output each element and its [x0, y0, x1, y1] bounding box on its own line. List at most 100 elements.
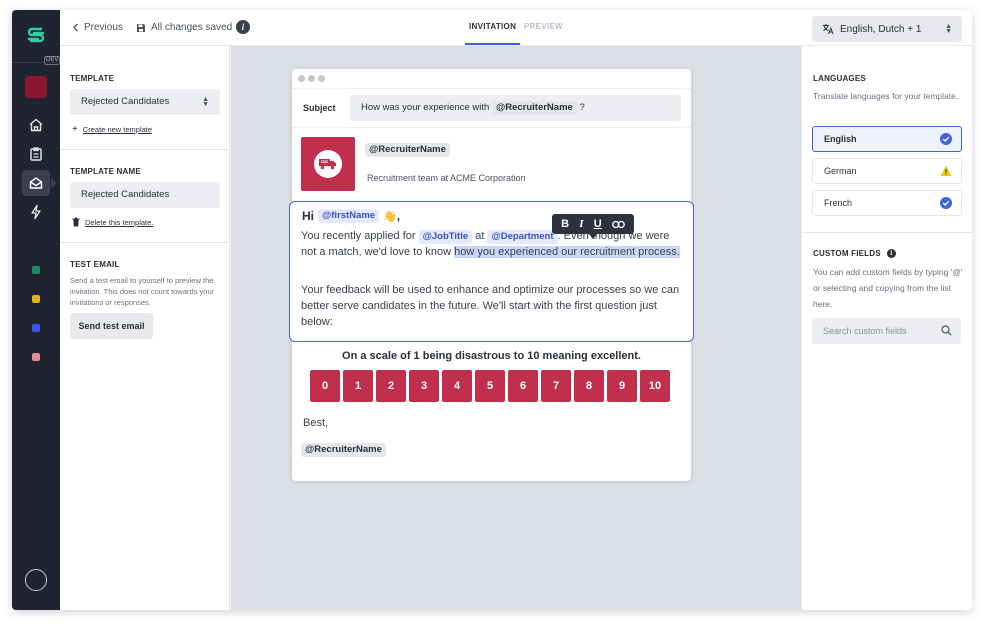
italic-button[interactable]: I	[579, 218, 583, 230]
rating-option[interactable]: 0	[310, 370, 340, 402]
languages-title: LANGUAGES	[813, 74, 866, 83]
workspace-dot-yellow[interactable]	[32, 295, 40, 303]
rating-option[interactable]: 6	[508, 370, 538, 402]
language-option-german[interactable]: German	[812, 158, 962, 184]
merge-tag: @RecruiterName	[301, 443, 386, 457]
language-option-english[interactable]: English	[812, 126, 962, 152]
language-label: German	[824, 166, 857, 176]
tab-preview[interactable]: PREVIEW	[524, 22, 563, 31]
template-name-value: Rejected Candidates	[81, 189, 170, 200]
rating-option[interactable]: 10	[640, 370, 670, 402]
info-icon[interactable]: i	[236, 20, 250, 34]
email-canvas: Subject How was your experience with @Re…	[231, 46, 801, 610]
signature: @RecruiterName	[301, 443, 386, 457]
body-text: at	[475, 230, 485, 242]
nav-home[interactable]	[22, 112, 50, 138]
window-dot	[298, 75, 305, 82]
languages-panel: LANGUAGES Translate languages for your t…	[801, 46, 972, 610]
underline-button[interactable]: U	[594, 218, 602, 230]
truck-icon	[314, 150, 342, 178]
language-option-french[interactable]: French	[812, 190, 962, 216]
create-template-link[interactable]: + Create new template	[72, 124, 152, 135]
rating-option[interactable]: 4	[442, 370, 472, 402]
selected-text: how you experienced our recruitment proc…	[454, 246, 680, 258]
inbox-icon	[29, 177, 43, 189]
company-logo[interactable]	[301, 137, 355, 191]
greeting-comma: ,	[396, 209, 401, 223]
user-avatar[interactable]	[25, 569, 47, 591]
window-dot	[318, 75, 325, 82]
home-icon	[29, 118, 43, 132]
left-rail: DEV	[12, 10, 61, 610]
bold-button[interactable]: B	[561, 218, 569, 230]
languages-description: Translate languages for your template.	[813, 91, 959, 101]
app-window: DEV Previous All changes saved i INVITAT…	[12, 10, 972, 610]
custom-fields-title-text: CUSTOM FIELDS	[813, 249, 881, 258]
warning-icon	[940, 165, 952, 176]
template-settings-panel: TEMPLATE Rejected Candidates ▲ ▼ + Create…	[60, 46, 230, 610]
wave-emoji: 👋	[383, 210, 397, 223]
template-select[interactable]: Rejected Candidates ▲ ▼	[70, 89, 220, 115]
rating-option[interactable]: 9	[607, 370, 637, 402]
workspace-dot-pink[interactable]	[32, 353, 40, 361]
send-test-email-button[interactable]: Send test email	[70, 313, 153, 339]
format-toolbar: B I U	[552, 214, 634, 239]
subject-input[interactable]: How was your experience with @RecruiterN…	[350, 95, 681, 121]
rating-option[interactable]: 3	[409, 370, 439, 402]
sort-caret-icon: ▲ ▼	[202, 96, 209, 108]
closing-text: Best,	[303, 417, 329, 429]
rating-scale: 0 1 2 3 4 5 6 7 8 9 10	[310, 370, 670, 402]
info-icon[interactable]: i	[886, 249, 896, 258]
rating-option[interactable]: 7	[541, 370, 571, 402]
body-text: You recently applied for	[301, 230, 416, 242]
subject-row: Subject How was your experience with @Re…	[292, 89, 691, 128]
previous-button[interactable]: Previous	[72, 22, 123, 33]
rating-option[interactable]: 8	[574, 370, 604, 402]
subject-suffix: ?	[579, 102, 585, 113]
nav-automations[interactable]	[22, 199, 50, 225]
search-placeholder: Search custom fields	[823, 326, 907, 336]
check-circle-icon	[940, 197, 952, 209]
floppy-disk-icon	[137, 23, 145, 32]
nav-surveys[interactable]	[22, 141, 50, 167]
rating-option[interactable]: 1	[343, 370, 373, 402]
nav-invitations[interactable]	[22, 170, 57, 196]
clipboard-icon	[30, 147, 42, 161]
tab-invitation[interactable]: INVITATION	[464, 22, 521, 45]
sender-subtitle: Recruitment team at ACME Corporation	[367, 173, 526, 183]
language-label: English	[824, 134, 857, 144]
language-selector[interactable]: English, Dutch + 1 ▲ ▼	[812, 16, 962, 42]
window-chrome	[292, 69, 691, 89]
divider	[802, 232, 972, 233]
rating-question: On a scale of 1 being disastrous to 10 m…	[342, 350, 641, 362]
window-dot	[308, 75, 315, 82]
email-body-editor[interactable]: Hi @firstName 👋 , You recently applied f…	[289, 201, 694, 342]
trash-icon	[72, 217, 80, 227]
template-name-input[interactable]: Rejected Candidates	[70, 182, 220, 208]
merge-tag: @JobTitle	[418, 230, 473, 244]
greeting-text: Hi	[302, 209, 314, 223]
divider	[60, 242, 230, 243]
template-section-title: TEMPLATE	[70, 74, 115, 83]
merge-tag: @Department	[487, 230, 558, 244]
subject-label: Subject	[303, 103, 336, 113]
app-logo-icon[interactable]	[24, 24, 48, 48]
delete-template-label: Delete this template.	[85, 217, 154, 227]
save-status: All changes saved	[136, 22, 232, 33]
body-paragraph-2: Your feedback will be used to enhance an…	[301, 284, 680, 328]
top-bar: Previous All changes saved i INVITATION …	[60, 10, 972, 46]
rating-option[interactable]: 5	[475, 370, 505, 402]
workspace-dot-blue[interactable]	[32, 324, 40, 332]
custom-fields-search[interactable]: Search custom fields	[812, 318, 961, 344]
organization-avatar[interactable]	[25, 76, 47, 98]
delete-template-link[interactable]: Delete this template.	[72, 217, 153, 227]
create-template-label: Create new template	[82, 125, 153, 134]
workspace-dot-green[interactable]	[32, 266, 40, 274]
rail-divider	[12, 62, 60, 63]
translate-icon	[823, 24, 834, 35]
link-icon[interactable]	[612, 220, 625, 229]
plus-icon: +	[72, 124, 78, 135]
divider	[60, 149, 230, 150]
rating-option[interactable]: 2	[376, 370, 406, 402]
merge-tag: @RecruiterName	[365, 143, 450, 157]
